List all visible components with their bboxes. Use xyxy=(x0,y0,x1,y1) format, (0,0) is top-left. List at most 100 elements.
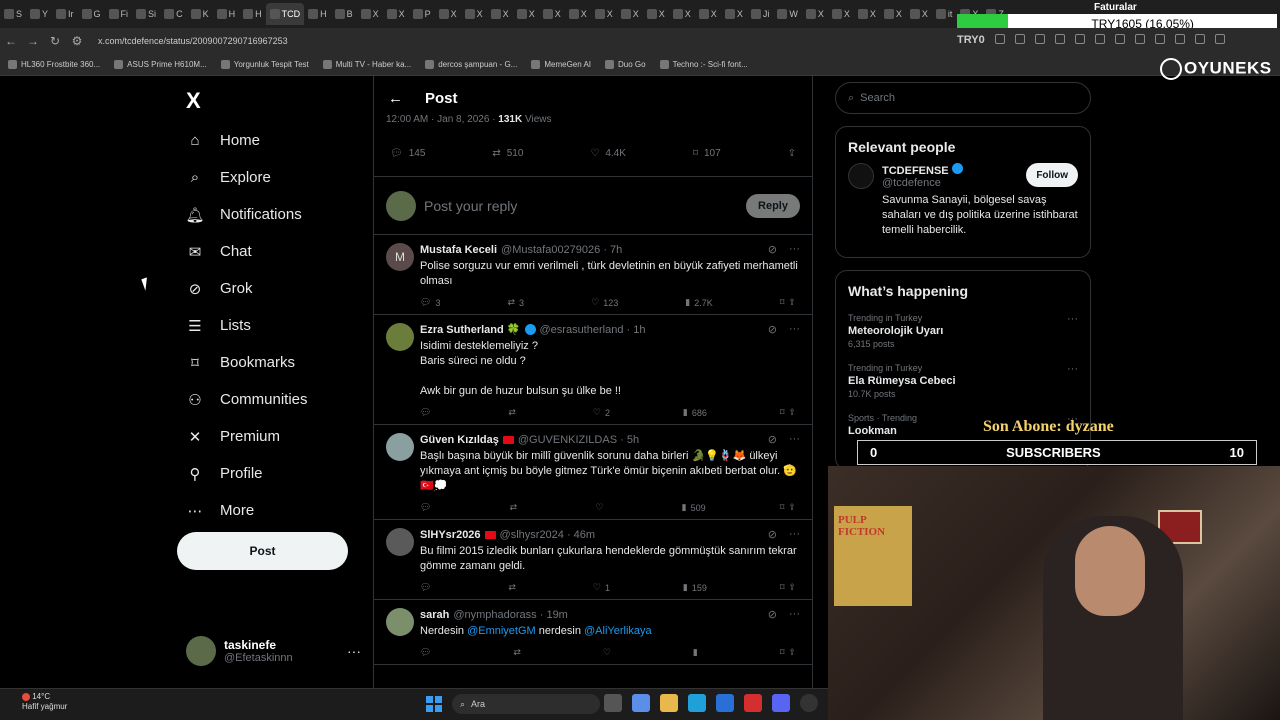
bookmark-action[interactable]: ⌑ ⇪ xyxy=(780,297,796,308)
like-action[interactable]: ♡ 1 xyxy=(593,582,610,593)
extension-icon[interactable] xyxy=(1095,34,1105,44)
bookmark-action[interactable]: ⌑ 107 xyxy=(693,148,721,159)
views-action[interactable]: ▮ 159 xyxy=(683,582,707,593)
tweet-author-name[interactable]: Mustafa Keceli xyxy=(420,244,497,256)
grok-icon[interactable]: ⊘ xyxy=(768,433,777,446)
copilot-icon[interactable] xyxy=(632,694,650,712)
grok-icon[interactable]: ⊘ xyxy=(768,528,777,541)
taskbar-search[interactable]: ⌕ Ara xyxy=(452,694,600,714)
share-action[interactable]: ⇪ xyxy=(788,148,796,159)
share-icon[interactable]: ⇪ xyxy=(788,297,796,308)
browser-tab[interactable]: P xyxy=(409,3,435,25)
obs-icon[interactable] xyxy=(800,694,818,712)
reload-icon[interactable]: ↻ xyxy=(44,34,66,48)
sidebar-item-premium[interactable]: ✕ Premium xyxy=(186,418,308,455)
post-button[interactable]: Post xyxy=(177,532,348,570)
back-arrow-icon[interactable]: ← xyxy=(0,34,22,48)
repost-action[interactable]: ⇄ xyxy=(513,647,525,658)
bookmark-item[interactable]: Multi TV - Haber ka... xyxy=(322,60,411,69)
like-action[interactable]: ♡ xyxy=(603,647,615,658)
extension-icon[interactable] xyxy=(1195,34,1205,44)
browser-tab[interactable]: X xyxy=(461,3,487,25)
more-icon[interactable]: ··· xyxy=(789,528,800,541)
share-icon[interactable]: ⇪ xyxy=(788,582,796,593)
reply-action[interactable]: 💬︎ xyxy=(420,502,435,513)
more-icon[interactable]: ··· xyxy=(789,433,800,446)
bookmark-item[interactable]: ASUS Prime H610M... xyxy=(114,60,207,69)
bookmark-action[interactable]: ⌑ ⇪ xyxy=(780,647,796,658)
sidebar-item-communities[interactable]: ⚇ Communities xyxy=(186,381,307,418)
file-explorer-icon[interactable] xyxy=(660,694,678,712)
extension-icon[interactable] xyxy=(1155,34,1165,44)
sidebar-item-explore[interactable]: ⌕ Explore xyxy=(186,159,308,196)
account-switcher[interactable]: taskinefe @Efetaskinnn ··· xyxy=(186,636,361,666)
sidebar-item-grok[interactable]: ⊘ Grok xyxy=(186,270,308,307)
reply-action[interactable]: 💬︎ xyxy=(420,582,435,593)
browser-tab[interactable]: X xyxy=(828,3,854,25)
trend-item[interactable]: Trending in Turkey Meteorolojik Uyarı 6,31… xyxy=(836,307,1090,357)
relevant-person[interactable]: TCDEFENSE @tcdefence Follow Savunma Sana… xyxy=(836,163,1090,248)
back-arrow-icon[interactable]: ← xyxy=(388,90,403,107)
x-logo[interactable]: X xyxy=(186,88,201,114)
reply-tweet[interactable]: Güven Kızıldaş @GUVENKIZILDAS · 5h ⊘ ··· Baş… xyxy=(374,425,812,520)
reply-button[interactable]: Reply xyxy=(746,193,800,218)
reply-action[interactable]: 💬︎ xyxy=(420,647,435,658)
extension-icon[interactable] xyxy=(1115,34,1125,44)
weather-widget[interactable]: 14°C Hafif yağmur xyxy=(22,692,67,712)
bookmark-item[interactable]: Duo Go xyxy=(605,60,646,69)
more-icon[interactable]: ··· xyxy=(789,323,800,336)
sidebar-item-more[interactable]: ⋯ More xyxy=(186,492,308,529)
search-input[interactable] xyxy=(860,92,1061,104)
avatar[interactable] xyxy=(386,608,414,636)
share-icon[interactable]: ⇪ xyxy=(788,407,796,418)
browser-tab[interactable]: X xyxy=(854,3,880,25)
avatar[interactable] xyxy=(386,433,414,461)
opera-icon[interactable] xyxy=(744,694,762,712)
extension-icon[interactable] xyxy=(1215,34,1225,44)
more-icon[interactable]: ··· xyxy=(347,643,361,659)
share-icon[interactable]: ⇪ xyxy=(788,647,796,658)
views-action[interactable]: ▮ 2.7K xyxy=(685,297,712,308)
extension-icon[interactable] xyxy=(1135,34,1145,44)
browser-tab[interactable]: X xyxy=(643,3,669,25)
browser-tab[interactable]: H xyxy=(304,3,331,25)
share-icon[interactable]: ⇪ xyxy=(788,502,796,513)
sidebar-item-bookmarks[interactable]: ⌑ Bookmarks xyxy=(186,344,308,381)
sidebar-item-home[interactable]: ⌂ Home xyxy=(186,122,308,159)
bookmark-item[interactable]: dercos şampuan - G... xyxy=(425,60,517,69)
browser-tab[interactable]: X xyxy=(513,3,539,25)
views-action[interactable]: ▮ xyxy=(693,647,702,658)
grok-icon[interactable]: ⊘ xyxy=(768,323,777,336)
tweet-author-name[interactable]: Ezra Sutherland 🍀 xyxy=(420,323,521,336)
browser-tab[interactable]: X xyxy=(695,3,721,25)
browser-tab[interactable]: Ji xyxy=(747,3,774,25)
repost-action[interactable]: ⇄ xyxy=(508,407,520,418)
browser-tab[interactable]: H xyxy=(213,3,240,25)
repost-action[interactable]: ⇄ xyxy=(510,502,522,513)
sidebar-item-profile[interactable]: ⚲ Profile xyxy=(186,455,308,492)
grok-icon[interactable]: ⊘ xyxy=(768,608,777,621)
repost-action[interactable]: ⇄ 510 xyxy=(492,148,523,159)
like-action[interactable]: ♡ 4.4K xyxy=(590,148,626,159)
bookmark-item[interactable]: MemeGen AI xyxy=(531,60,591,69)
like-action[interactable]: ♡ xyxy=(595,502,607,513)
repost-action[interactable]: ⇄ xyxy=(508,582,520,593)
browser-tab[interactable]: X xyxy=(669,3,695,25)
like-action[interactable]: ♡ 2 xyxy=(593,407,610,418)
browser-tab[interactable]: W xyxy=(773,3,802,25)
browser-tab[interactable]: X xyxy=(880,3,906,25)
extension-icon[interactable] xyxy=(995,34,1005,44)
tweet-author-name[interactable]: sarah xyxy=(420,609,449,621)
browser-tab[interactable]: it xyxy=(932,3,957,25)
extension-icon[interactable] xyxy=(1055,34,1065,44)
browser-tab[interactable]: S xyxy=(0,3,26,25)
follow-button[interactable]: Follow xyxy=(1026,163,1078,187)
extension-icon[interactable] xyxy=(1175,34,1185,44)
sidebar-item-chat[interactable]: ✉ Chat xyxy=(186,233,308,270)
site-info-icon[interactable]: ⚙ xyxy=(66,34,88,48)
url-field[interactable]: x.com/tcdefence/status/20090072907169672… xyxy=(98,36,288,46)
bookmark-item[interactable]: Yorgunluk Tespit Test xyxy=(220,60,309,69)
reply-tweet[interactable]: SlHYsr2026 @slhysr2024 · 46m ⊘ ··· Bu filmi … xyxy=(374,520,812,600)
more-icon[interactable]: ··· xyxy=(1067,313,1078,325)
browser-tab[interactable]: G xyxy=(78,3,105,25)
